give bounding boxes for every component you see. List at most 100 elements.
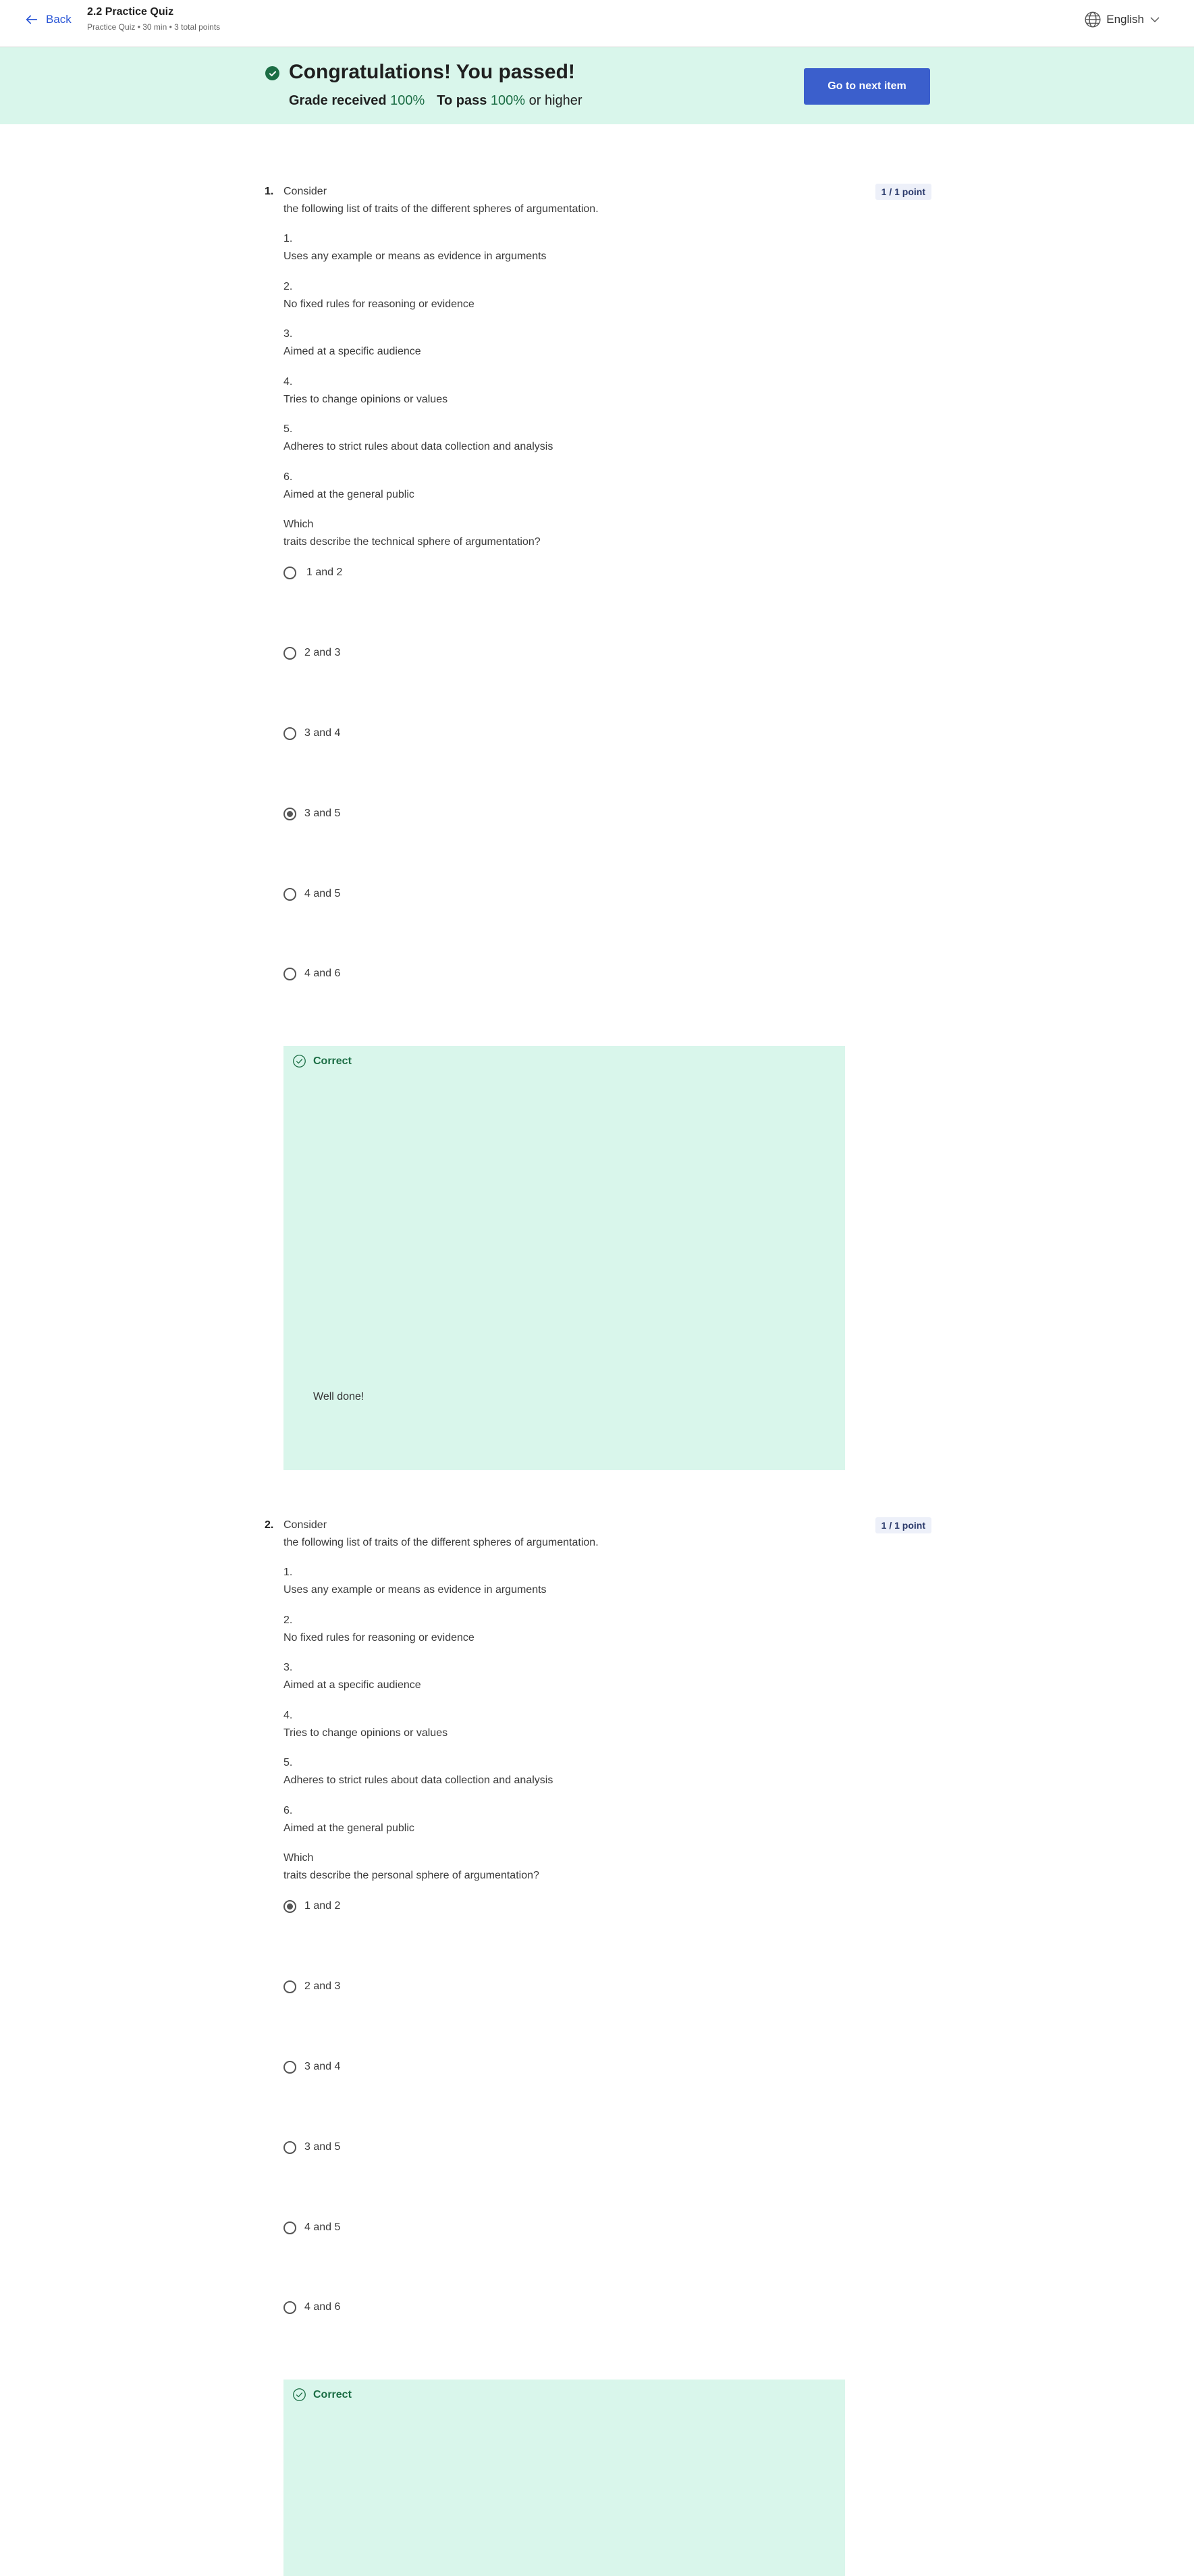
question-line: Tries to change opinions or values bbox=[283, 1727, 448, 1739]
question-line: 5. bbox=[283, 423, 293, 435]
question-line: 2. bbox=[283, 1614, 293, 1626]
globe-icon bbox=[1085, 11, 1101, 28]
answer-option[interactable]: 4 and 5 bbox=[283, 885, 340, 903]
answer-option[interactable]: 3 and 5 bbox=[283, 2138, 340, 2156]
feedback-label: Correct bbox=[313, 2388, 352, 2400]
question-line: 4. bbox=[283, 376, 293, 388]
option-label: 4 and 5 bbox=[304, 888, 341, 899]
question-line: 6. bbox=[283, 1805, 293, 1816]
question-line: 3. bbox=[283, 328, 293, 340]
radio-button[interactable] bbox=[283, 2301, 296, 2314]
option-label: 1 and 2 bbox=[304, 1900, 341, 1912]
question-line: the following list of traits of the diff… bbox=[283, 1537, 599, 1548]
question-line: Consider bbox=[283, 186, 327, 197]
question-line: traits describe the personal sphere of a… bbox=[283, 1870, 539, 1881]
question-line: 5. bbox=[283, 1757, 293, 1768]
answer-option[interactable]: 4 and 6 bbox=[283, 2298, 340, 2316]
go-to-next-item-button[interactable]: Go to next item bbox=[804, 68, 930, 105]
language-label: English bbox=[1106, 13, 1144, 26]
option-label: 2 and 3 bbox=[304, 1980, 341, 1992]
question-line: the following list of traits of the diff… bbox=[283, 203, 599, 215]
result-banner: Congratulations! You passed! Grade recei… bbox=[0, 47, 1194, 124]
question-line: Uses any example or means as evidence in… bbox=[283, 251, 547, 262]
points-badge: 1 / 1 point bbox=[875, 184, 931, 200]
pass-label: To pass bbox=[437, 93, 487, 108]
quiz-meta: Practice Quiz • 30 min • 3 total points bbox=[87, 22, 221, 32]
question-line: Which bbox=[283, 519, 314, 530]
result-title: Congratulations! You passed! bbox=[289, 61, 575, 83]
radio-button[interactable] bbox=[283, 727, 296, 740]
question-number: 1. bbox=[265, 186, 274, 197]
back-label: Back bbox=[46, 13, 72, 26]
pass-value: 100% bbox=[490, 93, 526, 108]
answer-option[interactable]: 4 and 6 bbox=[283, 965, 340, 982]
top-bar: Back 2.2 Practice Quiz Practice Quiz • 3… bbox=[0, 0, 1194, 47]
answer-option[interactable]: 2 and 3 bbox=[283, 644, 340, 662]
points-badge: 1 / 1 point bbox=[875, 1517, 931, 1533]
back-button[interactable]: Back bbox=[24, 11, 72, 28]
question-line: Which bbox=[283, 1852, 314, 1864]
option-label: 3 and 5 bbox=[304, 808, 341, 819]
radio-button[interactable] bbox=[283, 566, 296, 579]
answer-option-selected[interactable]: 3 and 5 bbox=[283, 805, 340, 822]
feedback-header: Correct bbox=[292, 2388, 352, 2402]
feedback-label: Correct bbox=[313, 1055, 352, 1067]
radio-button[interactable] bbox=[283, 2140, 296, 2154]
option-label: 3 and 4 bbox=[304, 727, 341, 739]
answer-option[interactable]: 3 and 4 bbox=[283, 2058, 340, 2076]
check-circle-filled-icon bbox=[265, 66, 279, 80]
answer-option[interactable]: 2 and 3 bbox=[283, 1978, 340, 1995]
question-number: 2. bbox=[265, 1519, 274, 1531]
feedback-text: Well done! bbox=[313, 1391, 364, 1402]
answer-option[interactable]: 3 and 4 bbox=[283, 725, 340, 742]
radio-button[interactable] bbox=[283, 1980, 296, 1993]
option-label: 3 and 5 bbox=[304, 2141, 341, 2153]
question-line: Aimed at the general public bbox=[283, 489, 414, 500]
check-circle-outline-icon bbox=[293, 1055, 306, 1068]
radio-button[interactable] bbox=[283, 2221, 296, 2234]
question-line: 4. bbox=[283, 1710, 293, 1721]
option-label: 4 and 5 bbox=[304, 2222, 341, 2233]
question-line: Aimed at the general public bbox=[283, 1822, 414, 1834]
option-label: 4 and 6 bbox=[304, 968, 341, 979]
option-label: 2 and 3 bbox=[304, 647, 341, 658]
question-line: No fixed rules for reasoning or evidence bbox=[283, 298, 474, 310]
question-line: Consider bbox=[283, 1519, 327, 1531]
grade-summary: Grade received 100% To pass 100% or highe… bbox=[289, 93, 582, 109]
question-line: Adheres to strict rules about data colle… bbox=[283, 441, 553, 452]
option-label: 3 and 4 bbox=[304, 2061, 341, 2072]
question-line: traits describe the technical sphere of … bbox=[283, 536, 541, 548]
radio-button[interactable] bbox=[283, 887, 296, 901]
option-label: 1 and 2 bbox=[306, 567, 343, 578]
language-selector[interactable]: English bbox=[1084, 11, 1161, 28]
question-line: Tries to change opinions or values bbox=[283, 394, 448, 405]
question-line: Aimed at a specific audience bbox=[283, 346, 421, 357]
question-line: 3. bbox=[283, 1662, 293, 1673]
question-line: 2. bbox=[283, 281, 293, 292]
radio-button[interactable] bbox=[283, 646, 296, 660]
feedback-box: Correct bbox=[283, 2380, 845, 2576]
check-circle-outline-icon bbox=[293, 2388, 306, 2401]
question-line: 6. bbox=[283, 471, 293, 483]
answer-option[interactable]: 4 and 5 bbox=[283, 2219, 340, 2236]
radio-button-checked[interactable] bbox=[283, 807, 296, 820]
chevron-down-icon bbox=[1150, 17, 1160, 22]
pass-suffix: or higher bbox=[528, 93, 582, 108]
question-line: Uses any example or means as evidence in… bbox=[283, 1584, 547, 1596]
question-line: Adheres to strict rules about data colle… bbox=[283, 1775, 553, 1786]
grade-label: Grade received bbox=[289, 93, 387, 108]
feedback-header: Correct bbox=[292, 1054, 352, 1068]
feedback-box: Correct Well done! bbox=[283, 1046, 845, 1470]
answer-option[interactable]: 1 and 2 bbox=[283, 564, 342, 581]
quiz-title: 2.2 Practice Quiz bbox=[87, 6, 174, 18]
radio-button[interactable] bbox=[283, 2060, 296, 2074]
question-line: 1. bbox=[283, 233, 293, 244]
question-line: 1. bbox=[283, 1567, 293, 1578]
radio-button-checked[interactable] bbox=[283, 1899, 296, 1913]
grade-value: 100% bbox=[390, 93, 425, 108]
radio-button[interactable] bbox=[283, 967, 296, 980]
option-label: 4 and 6 bbox=[304, 2301, 341, 2313]
arrow-left-icon bbox=[26, 15, 38, 24]
answer-option-selected[interactable]: 1 and 2 bbox=[283, 1897, 340, 1915]
question-line: No fixed rules for reasoning or evidence bbox=[283, 1632, 474, 1644]
